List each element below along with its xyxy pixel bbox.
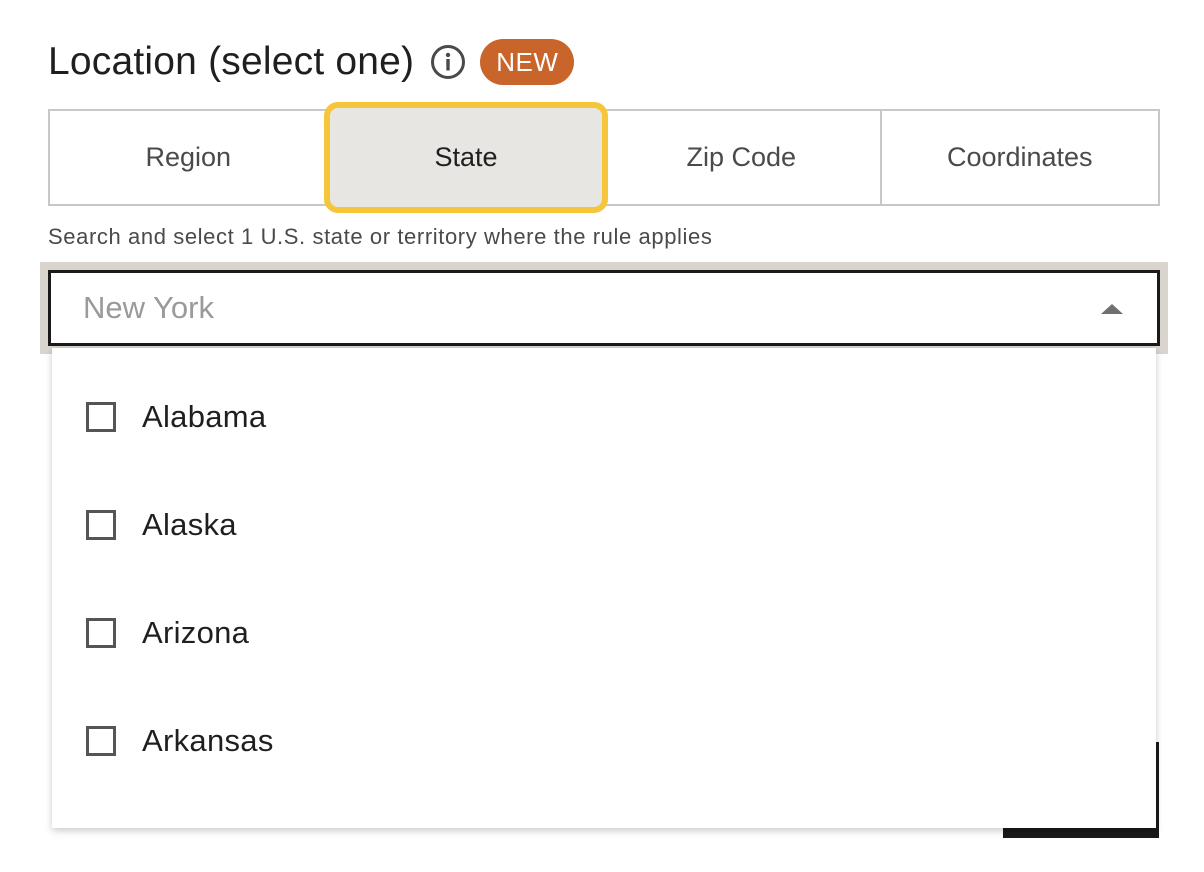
checkbox[interactable]: [86, 618, 116, 648]
caret-up-icon[interactable]: [1101, 304, 1123, 314]
option-label: Arizona: [142, 615, 250, 650]
tab-state[interactable]: State: [324, 102, 608, 213]
option-label: Alaska: [142, 507, 237, 542]
list-item[interactable]: Alaska: [86, 500, 237, 550]
option-label: Arkansas: [142, 723, 274, 758]
checkbox[interactable]: [86, 510, 116, 540]
section-title: Location (select one): [48, 40, 415, 83]
tab-zip-code[interactable]: Zip Code: [603, 111, 880, 204]
new-badge: NEW: [480, 39, 575, 85]
checkbox[interactable]: [86, 402, 116, 432]
tab-coordinates[interactable]: Coordinates: [879, 111, 1159, 204]
state-options-dropdown: Alabama Alaska Arizona Arkansas: [52, 348, 1156, 828]
location-type-tabs: Region Zip Code Coordinates State: [48, 102, 1160, 213]
list-item[interactable]: Arkansas: [86, 716, 274, 766]
section-header: Location (select one) NEW: [48, 36, 575, 88]
helper-text: Search and select 1 U.S. state or territ…: [48, 224, 713, 249]
checkbox[interactable]: [86, 726, 116, 756]
state-search-input[interactable]: [51, 277, 985, 339]
option-label: Alabama: [142, 399, 267, 434]
info-icon[interactable]: [430, 44, 466, 80]
state-combobox[interactable]: [48, 270, 1160, 346]
list-item[interactable]: Arizona: [86, 608, 249, 658]
tab-region[interactable]: Region: [50, 111, 327, 204]
list-item[interactable]: Alabama: [86, 392, 266, 442]
location-selector-page: Location (select one) NEW Region Zip Cod…: [0, 0, 1204, 872]
